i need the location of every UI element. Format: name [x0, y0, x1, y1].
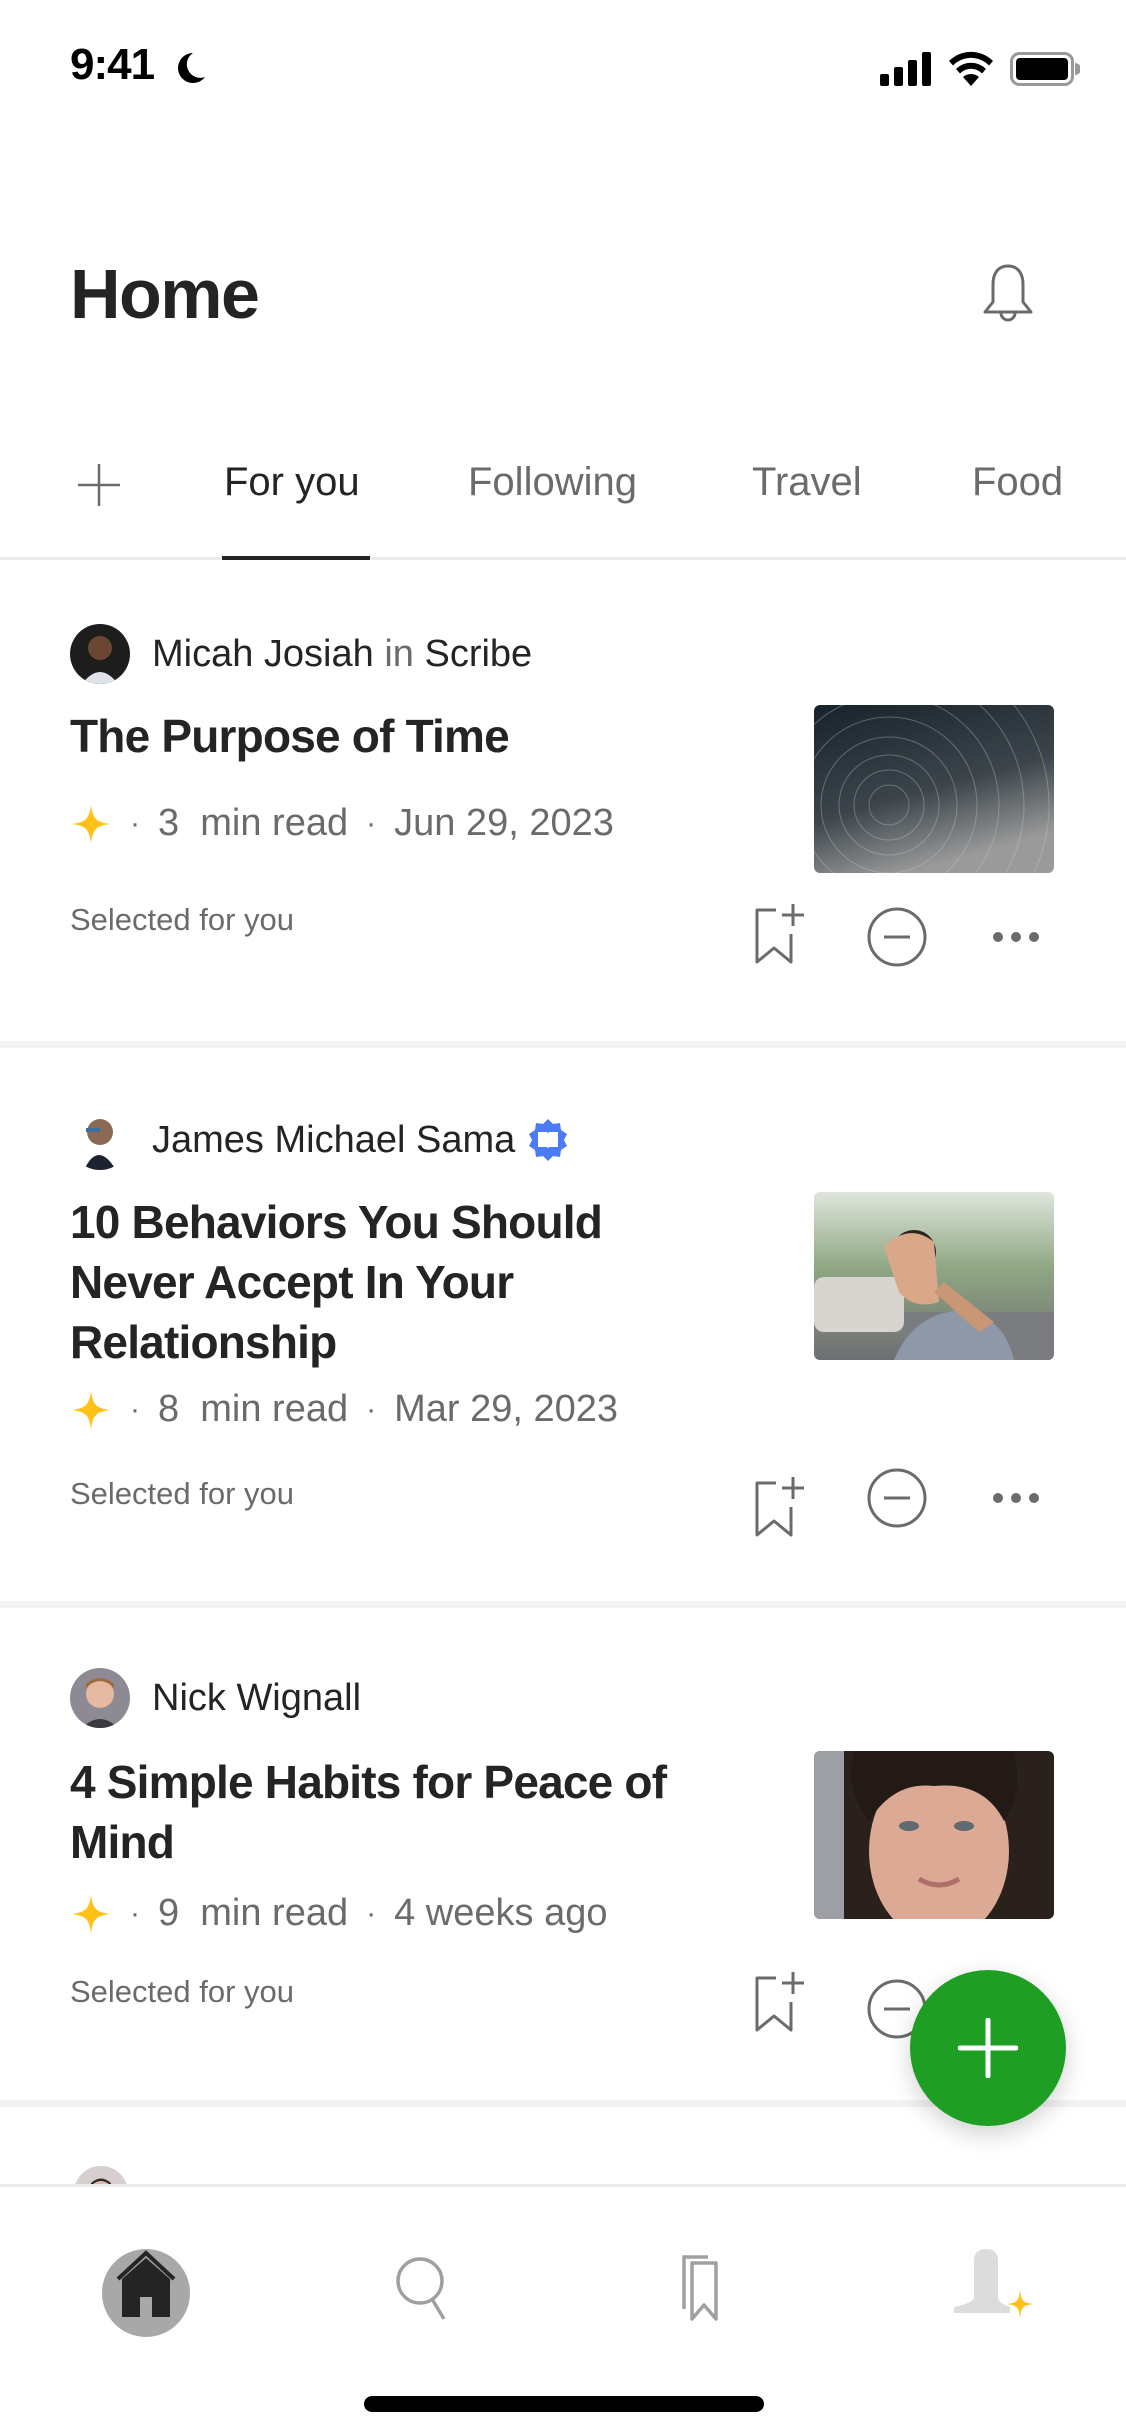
article-meta: · 8 min read · Mar 29, 2023: [70, 1388, 618, 1431]
active-tab-indicator: [222, 556, 370, 560]
home-indicator: [364, 2396, 764, 2412]
moon-icon: [178, 53, 205, 83]
show-less-button[interactable]: [866, 1467, 928, 1529]
article-thumbnail[interactable]: [814, 705, 1054, 873]
article-meta: · 3 min read · Jun 29, 2023: [70, 802, 614, 845]
read-time: 9: [158, 1892, 180, 1934]
card-divider: [0, 1601, 1126, 1608]
article-title[interactable]: The Purpose of Time: [70, 706, 730, 766]
publication-name[interactable]: Scribe: [424, 633, 532, 675]
nav-profile[interactable]: [940, 2241, 1040, 2341]
author-name[interactable]: Nick Wignall: [152, 1677, 361, 1720]
author-name[interactable]: James Michael Sama: [152, 1119, 515, 1162]
more-button[interactable]: [990, 927, 1042, 947]
profile-icon: [954, 2249, 1034, 2319]
home-icon: [102, 2249, 190, 2337]
tab-for-you[interactable]: For you: [224, 460, 360, 505]
article-title[interactable]: 10 Behaviors You Should Never Accept In …: [70, 1192, 730, 1372]
recommendation-reason: Selected for you: [70, 1476, 295, 1511]
article-card[interactable]: Micah Josiah in Scribe The Purpose of Ti…: [0, 562, 1126, 1042]
notifications-button[interactable]: [980, 262, 1036, 328]
save-button[interactable]: [752, 1970, 808, 2034]
tab-following[interactable]: Following: [468, 460, 637, 505]
read-time: 8: [158, 1388, 180, 1430]
bookmarks-icon: [682, 2255, 718, 2321]
publish-date: Mar 29, 2023: [394, 1388, 619, 1430]
page-title: Home: [70, 255, 260, 333]
article-thumbnail[interactable]: [814, 1192, 1054, 1360]
topic-tabs: For you Following Travel Food: [0, 440, 1126, 560]
member-star-icon: [71, 804, 111, 843]
in-label: in: [384, 632, 414, 675]
publish-date: 4 weeks ago: [394, 1892, 608, 1934]
status-bar: 9:41: [0, 0, 1126, 140]
author-avatar[interactable]: [70, 1110, 130, 1170]
nav-home[interactable]: [96, 2241, 196, 2341]
status-time: 9:41: [70, 40, 155, 89]
read-label: min read: [200, 802, 349, 844]
signal-icon: [880, 52, 931, 86]
article-meta: · 9 min read · 4 weeks ago: [70, 1892, 607, 1935]
search-icon: [396, 2257, 446, 2320]
nav-search[interactable]: [374, 2241, 474, 2341]
publish-date: Jun 29, 2023: [394, 802, 614, 844]
battery-icon: [1010, 52, 1080, 86]
recommendation-reason: Selected for you: [70, 1974, 295, 2009]
hide-circle-minus-icon: [867, 1468, 927, 1528]
nav-library[interactable]: [650, 2241, 750, 2341]
show-less-button[interactable]: [866, 906, 928, 968]
wifi-icon: [949, 51, 993, 86]
article-card[interactable]: James Michael Sama 10 Behaviors You Shou…: [0, 1048, 1126, 1603]
save-button[interactable]: [752, 1475, 808, 1539]
article-thumbnail[interactable]: [814, 1751, 1054, 1919]
more-dots-icon: [993, 1493, 1039, 1503]
write-story-button[interactable]: [910, 1970, 1066, 2126]
recommendation-reason: Selected for you: [70, 902, 295, 937]
member-star-icon: [71, 1390, 111, 1429]
card-divider: [0, 1041, 1126, 1048]
author-row[interactable]: Micah Josiah in Scribe: [70, 622, 532, 686]
bookmark-add-icon: [755, 904, 804, 964]
read-label: min read: [200, 1892, 349, 1934]
author-name[interactable]: Micah Josiah: [152, 633, 374, 675]
save-button[interactable]: [752, 902, 808, 966]
more-dots-icon: [993, 932, 1039, 942]
author-avatar[interactable]: [70, 1668, 130, 1728]
author-row[interactable]: James Michael Sama: [70, 1108, 571, 1172]
bookmark-add-icon: [755, 1972, 804, 2032]
author-avatar[interactable]: [70, 624, 130, 684]
bookmark-add-icon: [755, 1477, 804, 1537]
tab-food[interactable]: Food: [972, 460, 1063, 505]
verified-badge-icon: [529, 1119, 568, 1161]
plus-icon: [958, 2018, 1018, 2078]
article-title[interactable]: 4 Simple Habits for Peace of Mind: [70, 1752, 730, 1872]
tab-travel[interactable]: Travel: [752, 460, 862, 505]
hide-circle-minus-icon: [867, 907, 927, 967]
author-row[interactable]: Nick Wignall: [70, 1666, 361, 1730]
bell-icon: [983, 264, 1033, 322]
more-button[interactable]: [990, 1488, 1042, 1508]
plus-icon: [78, 464, 120, 506]
read-time: 3: [158, 802, 180, 844]
read-label: min read: [200, 1388, 349, 1430]
member-star-icon: [71, 1894, 111, 1933]
add-topic-button[interactable]: [74, 460, 124, 510]
